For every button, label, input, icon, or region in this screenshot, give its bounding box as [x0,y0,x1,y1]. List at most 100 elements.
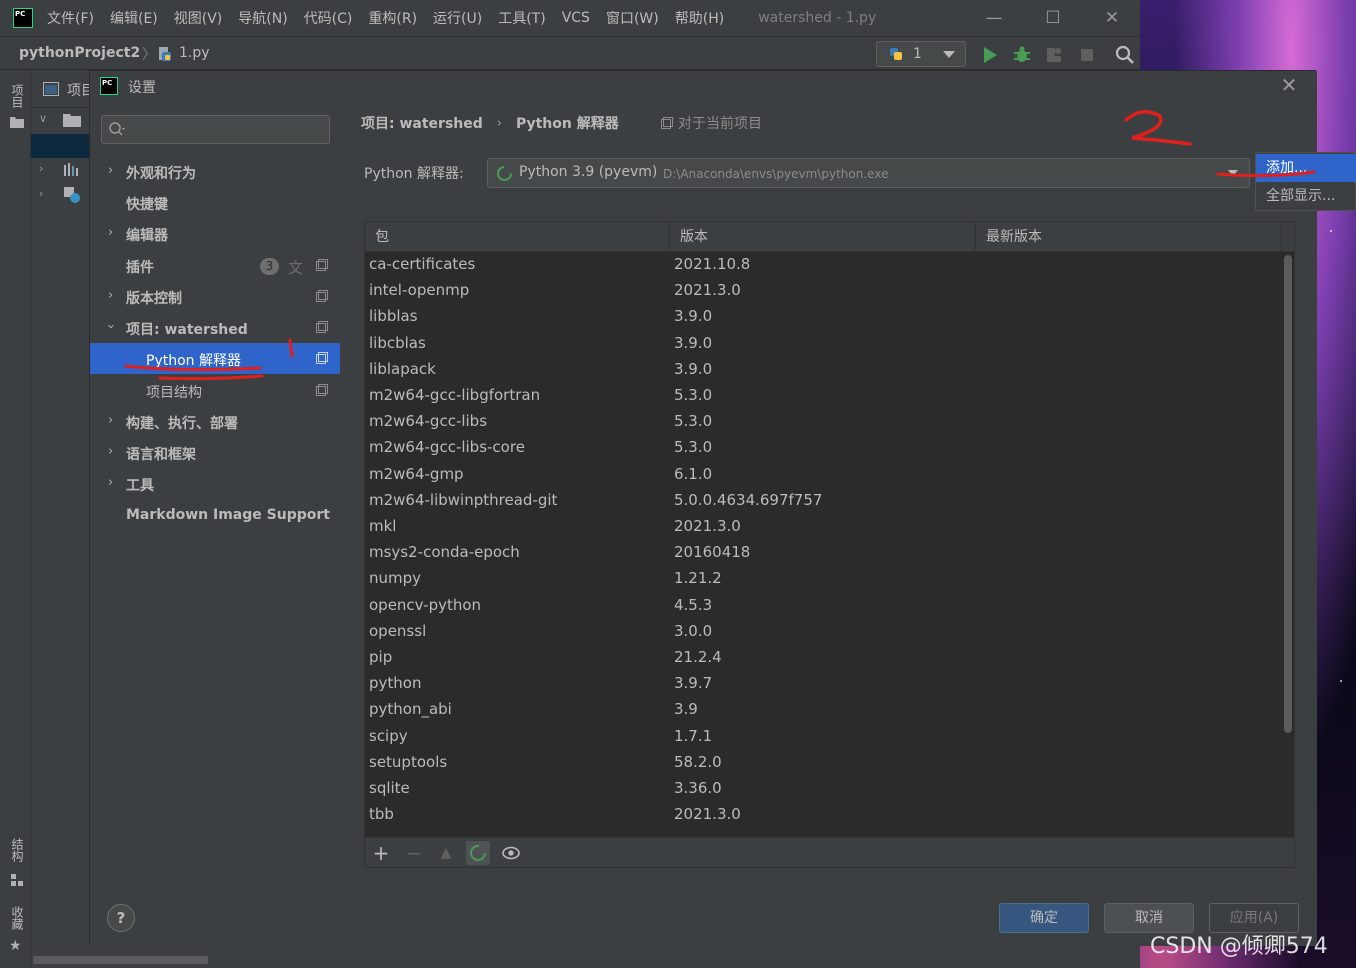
table-row[interactable]: opencv-python 4.5.3 [365,594,1282,620]
close-dialog-icon[interactable]: ✕ [1277,73,1301,97]
run-configuration-select[interactable]: 1 [876,41,966,67]
popup-item-add[interactable]: 添加... [1256,154,1356,182]
menu-navigate[interactable]: 导航(N) [238,8,287,28]
chevron-down-icon[interactable]: ∨ [39,112,47,125]
table-row[interactable]: numpy 1.21.2 [365,567,1282,593]
sidebar-item-languages[interactable]: › 语言和框架 [90,437,340,468]
menu-edit[interactable]: 编辑(E) [110,8,158,28]
close-window-icon[interactable]: ✕ [1099,6,1125,30]
menu-vcs[interactable]: VCS [562,10,590,26]
table-row[interactable]: ca-certificates 2021.10.8 [365,253,1282,279]
package-version: 4.5.3 [674,595,713,614]
table-row[interactable]: m2w64-libwinpthread-git 5.0.0.4634.697f75… [365,489,1282,515]
sidebar-item-markdown-image-support[interactable]: Markdown Image Support [90,500,340,531]
sidebar-item-plugins[interactable]: 插件 3 文 [90,250,340,281]
project-panel-header: 项目 [31,70,95,108]
package-version: 1.7.1 [674,726,713,745]
table-row[interactable]: sqlite 3.36.0 [365,777,1282,803]
structure-icon [11,874,23,886]
maximize-icon[interactable]: ☐ [1040,6,1066,30]
structure-tool-tab[interactable]: 结构 [8,838,24,862]
add-package-button[interactable]: + [369,841,393,865]
table-row[interactable]: mkl 2021.3.0 [365,515,1282,541]
debug-icon[interactable] [1012,45,1032,65]
table-row[interactable]: m2w64-gcc-libs 5.3.0 [365,410,1282,436]
scope-note: 对于当前项目 [661,113,762,133]
minimize-icon[interactable]: — [981,6,1007,30]
table-row[interactable]: setuptools 58.2.0 [365,751,1282,777]
menu-code[interactable]: 代码(C) [304,8,353,28]
sidebar-item-project-structure[interactable]: 项目结构 [90,375,340,406]
menu-file[interactable]: 文件(F) [47,8,94,28]
menu-tools[interactable]: 工具(T) [498,8,545,28]
package-name: ca-certificates [369,255,476,273]
upgrade-package-button[interactable]: ▲ [434,841,458,865]
menu-window[interactable]: 窗口(W) [606,8,659,28]
chevron-right-icon[interactable]: › [39,187,43,200]
breadcrumb-project[interactable]: 项目: watershed [361,113,483,133]
chevron-right-icon[interactable]: › [39,162,43,175]
csdn-watermark: CSDN @倾卿574 [1150,934,1328,959]
favorites-tool-tab[interactable]: 收藏 [8,906,24,930]
translate-icon: 文 [288,259,304,277]
menu-help[interactable]: 帮助(H) [675,8,724,28]
table-row[interactable]: scipy 1.7.1 [365,725,1282,751]
help-button[interactable]: ? [107,904,135,932]
chevron-down-icon[interactable] [1228,170,1238,176]
sidebar-item-python-interpreter[interactable]: Python 解释器 [90,343,340,374]
coverage-icon[interactable] [1044,45,1064,65]
table-row[interactable]: intel-openmp 2021.3.0 [365,279,1282,305]
popup-item-show-all[interactable]: 全部显示... [1256,182,1356,210]
sidebar-item-editor[interactable]: › 编辑器 [90,218,340,249]
package-version: 3.9.0 [674,359,713,378]
table-row[interactable]: pip 21.2.4 [365,646,1282,672]
sidebar-item-project[interactable]: › 项目: watershed [90,312,340,343]
table-row[interactable]: msys2-conda-epoch 20160418 [365,541,1282,567]
run-icon[interactable] [980,45,1000,65]
table-row[interactable]: m2w64-gmp 6.1.0 [365,463,1282,489]
table-row[interactable]: liblapack 3.9.0 [365,358,1282,384]
settings-sidebar: › 外观和行为 快捷键 › 编辑器 插件 3 文 › 版本控制 › 项目: wa… [90,103,340,886]
chevron-right-icon: › [108,413,114,428]
package-name: openssl [369,621,427,640]
run-configuration-label: 1 [913,46,922,62]
table-row[interactable]: tbb 2021.3.0 [365,803,1282,829]
package-name: msys2-conda-epoch [369,543,520,562]
sidebar-item-appearance[interactable]: › 外观和行为 [90,156,340,187]
package-table-scrollbar-thumb[interactable] [1284,255,1292,733]
menu-refactor[interactable]: 重构(R) [368,8,417,28]
horizontal-scrollbar-thumb[interactable] [33,956,208,964]
plugins-update-badge: 3 [260,258,279,275]
breadcrumb-file[interactable]: 1.py [179,45,210,61]
structure-tool-tab-label: 结构 [10,838,24,862]
project-tree-selected-row[interactable] [31,134,91,158]
menu-run[interactable]: 运行(U) [433,8,482,28]
stop-icon[interactable] [1077,45,1097,65]
table-row[interactable]: openssl 3.0.0 [365,620,1282,646]
column-header-version[interactable]: 版本 [670,222,976,252]
sidebar-item-build[interactable]: › 构建、执行、部署 [90,406,340,437]
table-row[interactable]: m2w64-gcc-libs-core 5.3.0 [365,436,1282,462]
table-row[interactable]: python_abi 3.9 [365,698,1282,724]
project-tool-tab[interactable]: 项目 [8,84,24,108]
refresh-packages-button[interactable] [466,841,490,865]
breadcrumb-project[interactable]: pythonProject2 [19,45,140,61]
column-header-latest-version[interactable]: 最新版本 [976,222,1282,252]
ok-button[interactable]: 确定 [999,903,1089,933]
menu-view[interactable]: 视图(V) [174,8,223,28]
project-scope-icon [316,259,328,271]
table-row[interactable]: libblas 3.9.0 [365,305,1282,331]
search-icon[interactable] [1115,45,1135,65]
table-row[interactable]: python 3.9.7 [365,672,1282,698]
remove-package-button[interactable]: − [402,841,426,865]
package-version: 3.9.0 [674,333,713,352]
table-row[interactable]: libcblas 3.9.0 [365,332,1282,358]
column-header-package[interactable]: 包 [365,222,670,252]
settings-search-input[interactable] [130,120,325,140]
sidebar-item-keymap[interactable]: 快捷键 [90,187,340,218]
table-row[interactable]: m2w64-gcc-libgfortran 5.3.0 [365,384,1282,410]
sidebar-item-vcs[interactable]: › 版本控制 [90,281,340,312]
interpreter-select[interactable]: Python 3.9 (pyevm) D:\Anaconda\envs\pyev… [487,158,1250,188]
sidebar-item-tools[interactable]: › 工具 [90,468,340,499]
show-early-releases-button[interactable] [499,841,523,865]
